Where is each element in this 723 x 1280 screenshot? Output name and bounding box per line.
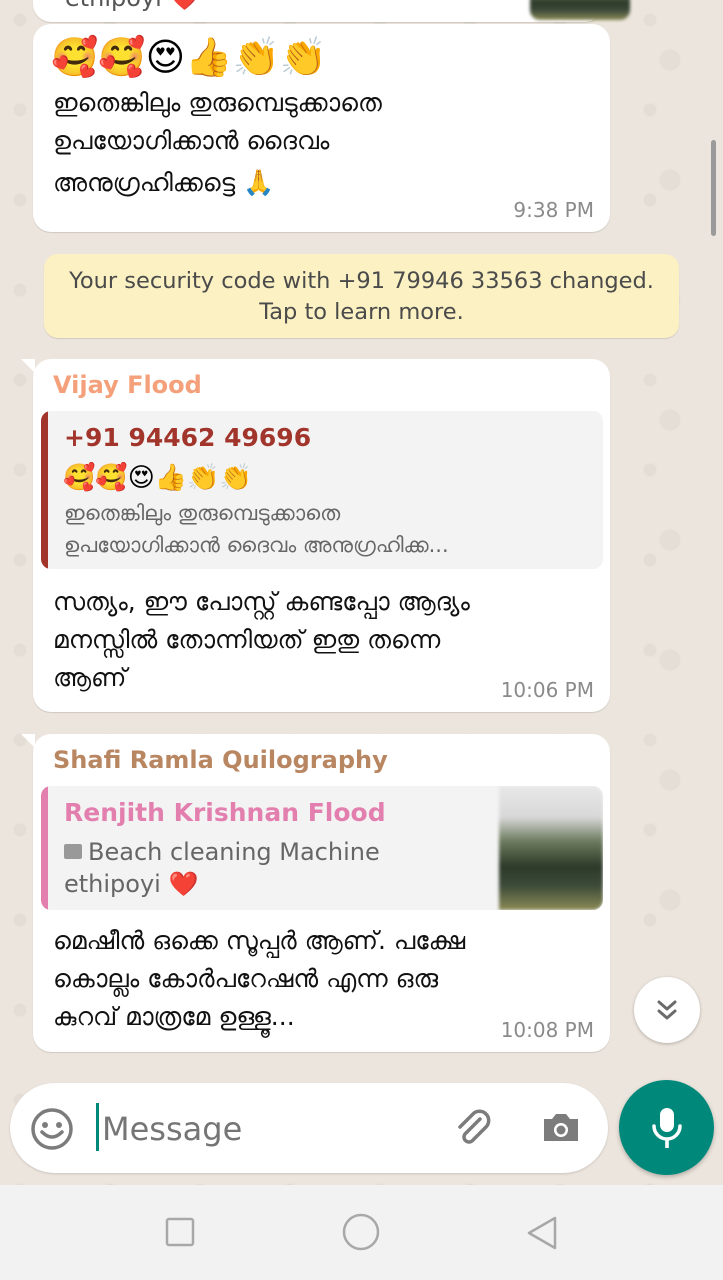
system-navigation-bar [0,1185,723,1280]
message-emoji: 🥰🥰😍👍👏👏 [51,35,328,79]
photo-icon [64,843,82,859]
recents-icon [165,1217,195,1247]
emoji-button[interactable] [30,1107,74,1151]
message-time: 10:06 PM [500,678,594,702]
security-code-notice[interactable]: Your security code with +91 79946 33563 … [44,254,679,338]
previous-message-bubble[interactable]: ethipoyi ❤️ [33,0,630,22]
message-bubble[interactable]: Vijay Flood +91 94462 49696 🥰🥰😍👍👏👏 ഇതെങ്… [21,359,610,712]
camera-button[interactable] [538,1105,584,1151]
quote-thumbnail [499,786,603,910]
emoji-icon [31,1108,73,1150]
back-icon [527,1216,557,1250]
quote-bar [41,411,48,569]
scroll-to-bottom-button[interactable] [634,977,700,1043]
back-button[interactable] [525,1215,559,1251]
message-time: 9:38 PM [513,198,594,222]
microphone-icon [651,1107,682,1148]
security-notice-line2: Tap to learn more. [259,299,464,325]
home-icon [342,1213,380,1251]
quoted-message[interactable]: Renjith Krishnan Flood Beach cleaning Ma… [41,786,603,910]
quote-bar [41,786,48,910]
camera-icon [544,1114,578,1141]
message-bubble[interactable]: 🥰🥰😍👍👏👏 ഇതെങ്കിലും തുരുമ്പെടുക്കാതെ ഉപയോഗ… [33,24,610,232]
chat-scrollbar[interactable] [711,140,716,236]
sender-name[interactable]: Vijay Flood [53,371,202,399]
quote-photo-line: Beach cleaning Machine [64,838,380,866]
message-input[interactable] [100,1105,424,1153]
security-notice-line1: Your security code with +91 79946 33563 … [69,268,654,294]
paperclip-icon [458,1109,491,1144]
double-chevron-down-icon [657,1000,677,1020]
home-button[interactable] [342,1213,380,1251]
quote-sender: Renjith Krishnan Flood [64,798,386,827]
recents-button[interactable] [165,1217,195,1247]
quote-sender: +91 94462 49696 [64,423,312,452]
message-bubble[interactable]: Shafi Ramla Quilography Renjith Krishnan… [21,734,610,1052]
quote-emoji: 🥰🥰😍👍👏👏 [63,463,252,493]
attach-button[interactable] [450,1105,496,1151]
message-text: ഇതെങ്കിലും തുരുമ്പെടുക്കാതെ ഉപയോഗിക്കാൻ … [53,88,382,197]
message-composer [10,1083,608,1173]
previous-quote-thumbnail [530,0,630,20]
message-time: 10:08 PM [500,1018,594,1042]
previous-message-text: ethipoyi ❤️ [65,0,199,12]
quote-text: ethipoyi ❤️ [64,870,199,898]
quote-text: ഇതെങ്കിലും തുരുമ്പെടുക്കാതെ ഉപയോഗിക്കാൻ … [64,501,449,557]
quoted-message[interactable]: +91 94462 49696 🥰🥰😍👍👏👏 ഇതെങ്കിലും തുരുമ്… [41,411,603,569]
sender-name[interactable]: Shafi Ramla Quilography [53,746,388,774]
voice-record-button[interactable] [619,1080,714,1175]
text-cursor [96,1103,99,1151]
